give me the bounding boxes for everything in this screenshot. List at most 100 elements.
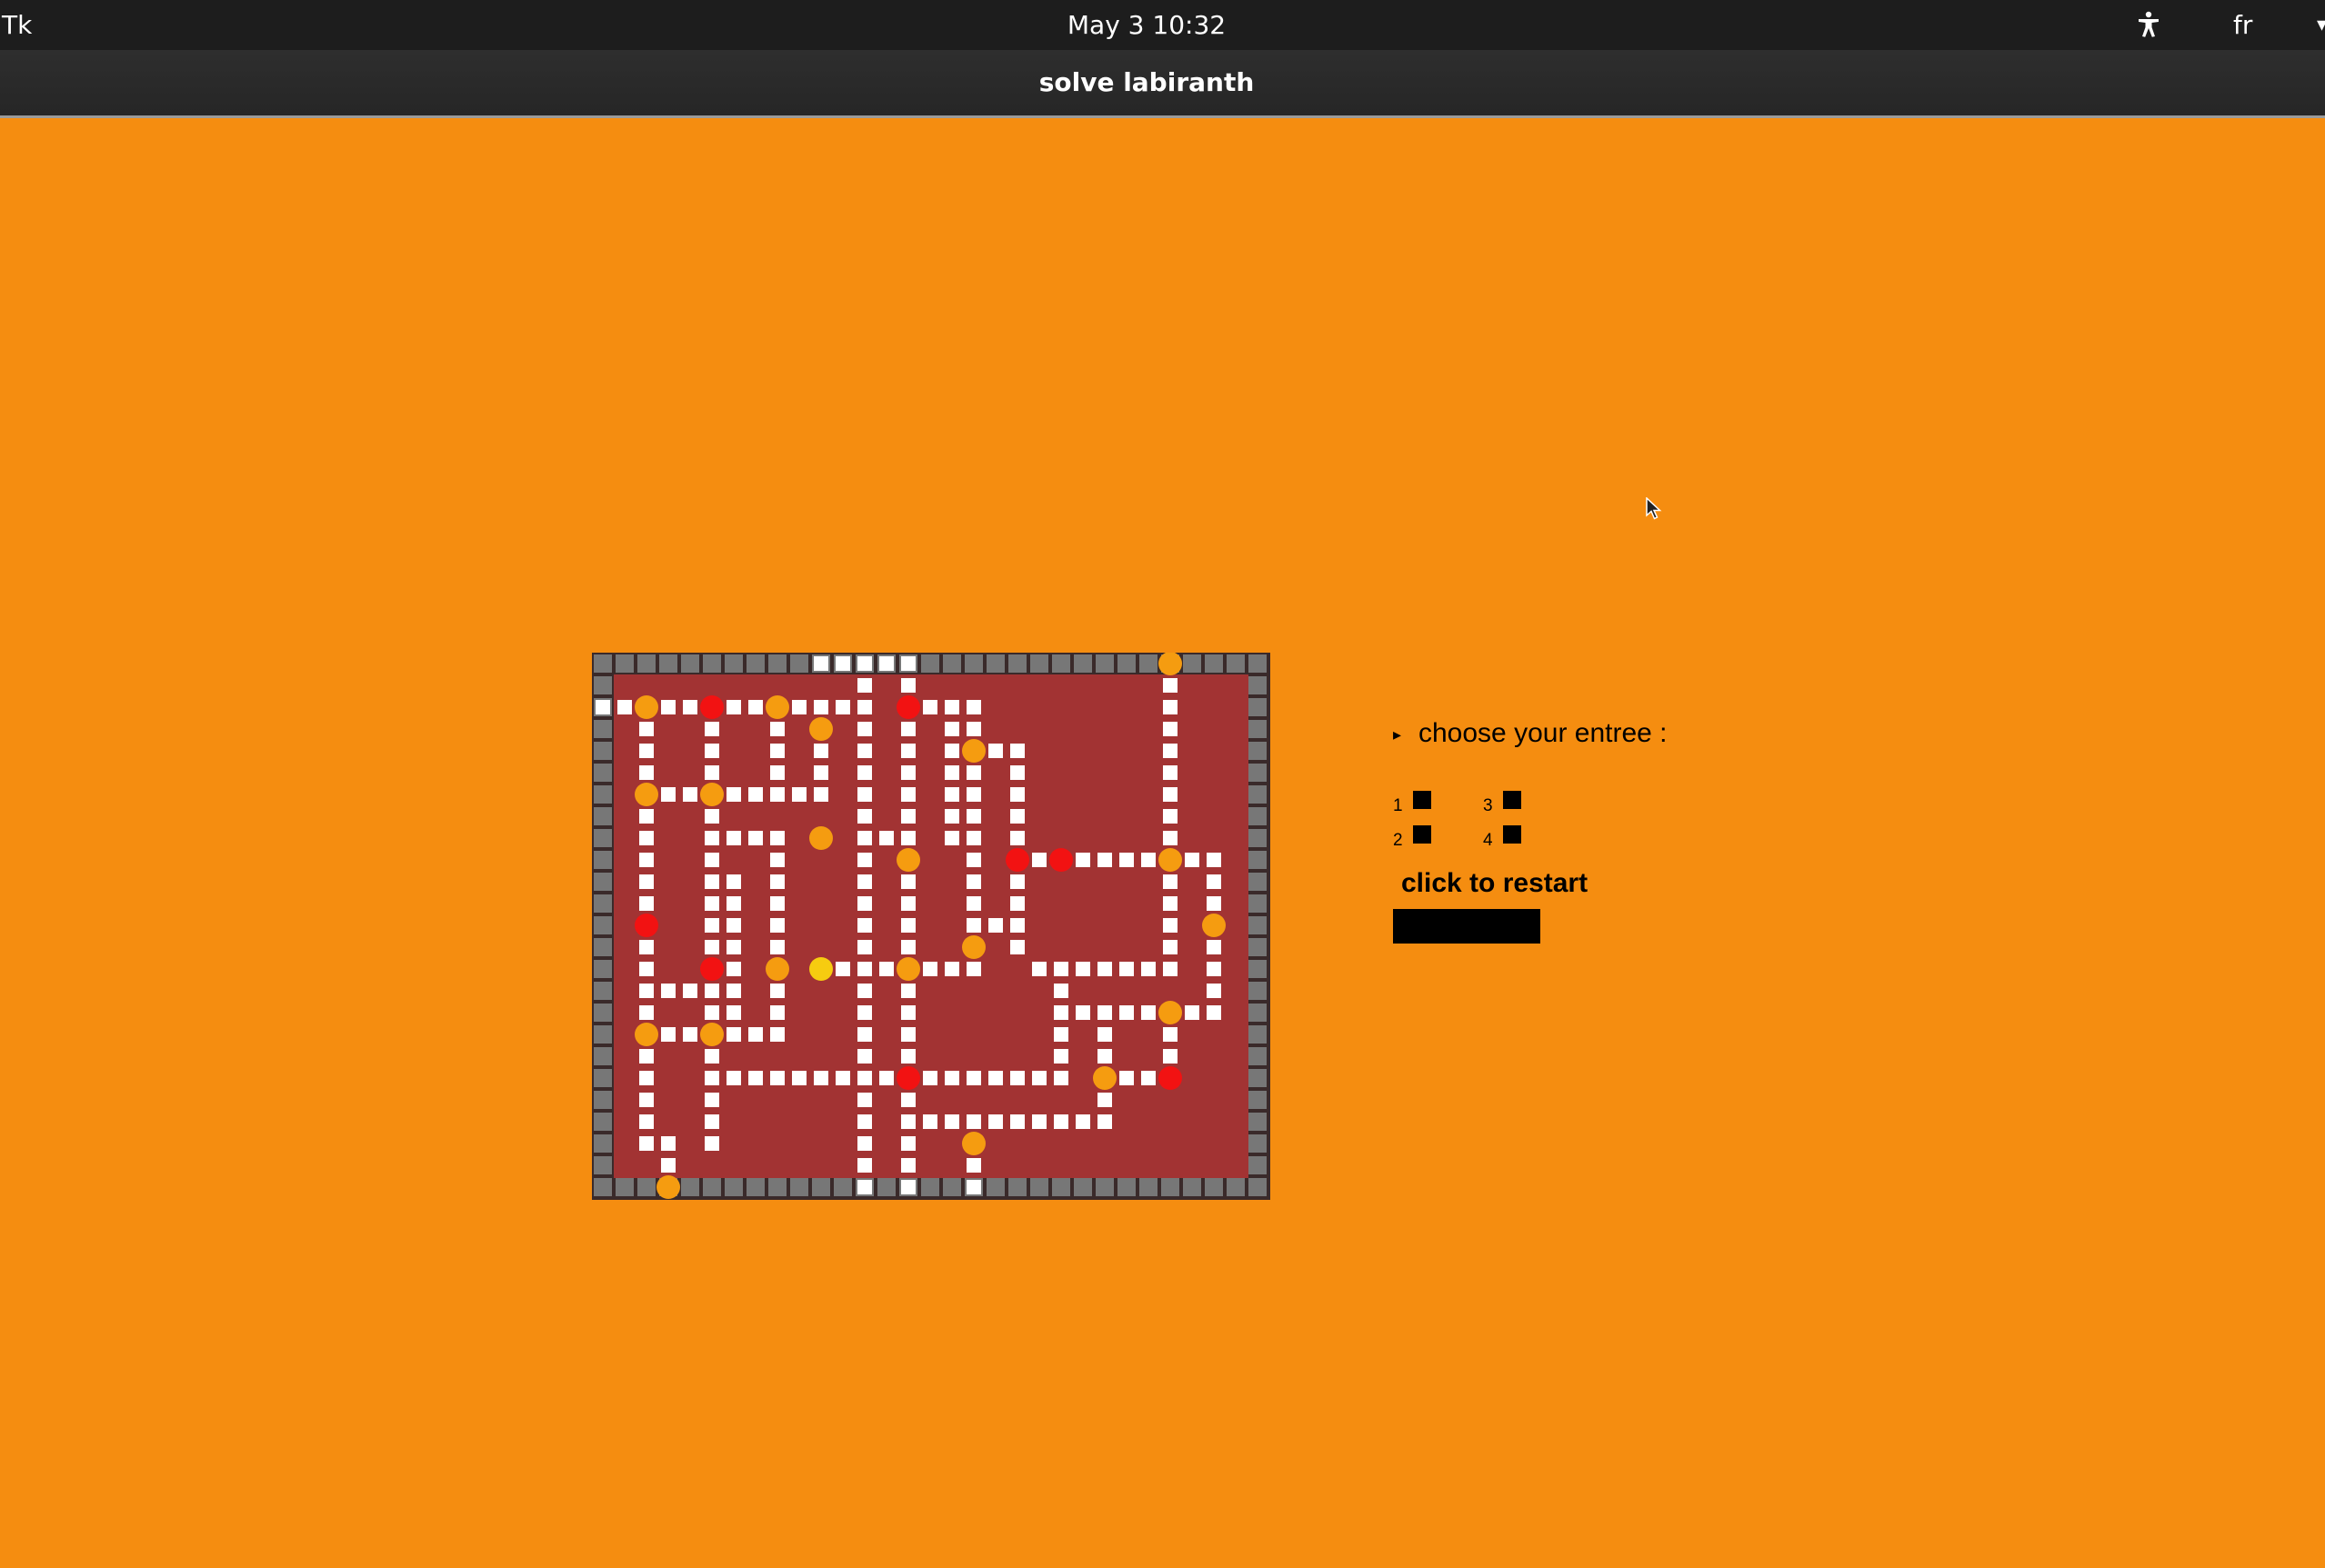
maze-board[interactable] bbox=[592, 653, 1270, 1200]
chevron-down-icon[interactable]: ▾ bbox=[2317, 0, 2325, 50]
wall-tile bbox=[1096, 1178, 1114, 1196]
path-tile bbox=[967, 787, 981, 802]
path-tile bbox=[748, 787, 763, 802]
path-tile bbox=[857, 1049, 872, 1064]
path-tile bbox=[1032, 1071, 1047, 1085]
path-tile bbox=[945, 831, 959, 845]
path-tile bbox=[945, 809, 959, 824]
path-tile bbox=[967, 853, 981, 867]
wall-tile bbox=[1161, 1178, 1179, 1196]
path-tile bbox=[639, 831, 654, 845]
yellow-node bbox=[809, 957, 833, 981]
path-tile bbox=[1010, 896, 1025, 911]
path-tile bbox=[1054, 1005, 1068, 1020]
wall-tile bbox=[1117, 654, 1136, 673]
wall-tile bbox=[1117, 1178, 1136, 1196]
system-top-bar: Tk May 3 10:32 fr ▾ bbox=[0, 0, 2325, 50]
wall-tile bbox=[594, 873, 612, 891]
wall-tile bbox=[1248, 720, 1267, 738]
triangle-right-icon: ▸ bbox=[1393, 725, 1402, 744]
entree-checkbox-4[interactable] bbox=[1503, 825, 1521, 844]
path-tile bbox=[857, 765, 872, 780]
wall-tile bbox=[1052, 654, 1070, 673]
entree-checkbox-2[interactable] bbox=[1413, 825, 1431, 844]
wall-tile bbox=[594, 742, 612, 760]
wall-tile bbox=[594, 676, 612, 694]
window-title: solve labiranth bbox=[1038, 67, 1255, 97]
wall-tile bbox=[594, 894, 612, 913]
path-tile bbox=[857, 984, 872, 998]
path-tile bbox=[705, 765, 719, 780]
accessibility-icon[interactable] bbox=[2135, 11, 2162, 38]
path-tile bbox=[1207, 984, 1221, 998]
path-tile bbox=[836, 962, 850, 976]
path-tile bbox=[814, 787, 828, 802]
wall-tile bbox=[1205, 654, 1223, 673]
path-tile bbox=[1163, 1049, 1178, 1064]
path-tile bbox=[639, 722, 654, 736]
wall-tile bbox=[1030, 654, 1048, 673]
path-tile bbox=[901, 940, 916, 954]
path-tile bbox=[857, 1027, 872, 1042]
path-tile bbox=[683, 700, 697, 714]
path-tile bbox=[967, 962, 981, 976]
path-tile bbox=[1163, 940, 1178, 954]
wall-tile bbox=[1074, 654, 1092, 673]
path-tile bbox=[945, 722, 959, 736]
entree-checkbox-1[interactable] bbox=[1413, 791, 1431, 809]
wall-tile bbox=[1248, 851, 1267, 869]
wall-tile bbox=[1248, 676, 1267, 694]
wall-tile bbox=[1248, 654, 1267, 673]
path-tile bbox=[814, 1071, 828, 1085]
orange-node bbox=[1158, 848, 1182, 872]
wall-tile bbox=[594, 1047, 612, 1065]
wall-tile bbox=[616, 654, 634, 673]
keyboard-language[interactable]: fr bbox=[2233, 0, 2252, 50]
wall-tile bbox=[1183, 654, 1201, 673]
orange-node bbox=[1158, 1001, 1182, 1024]
wall-tile bbox=[1183, 1178, 1201, 1196]
path-tile bbox=[1097, 1114, 1112, 1129]
path-tile bbox=[814, 700, 828, 714]
path-tile bbox=[857, 1158, 872, 1173]
entree-checkbox-3[interactable] bbox=[1503, 791, 1521, 809]
restart-button[interactable] bbox=[1393, 909, 1540, 944]
path-tile bbox=[1010, 874, 1025, 889]
path-tile bbox=[901, 1093, 916, 1107]
path-tile bbox=[967, 874, 981, 889]
red-node bbox=[897, 1066, 920, 1090]
orange-node bbox=[1202, 914, 1226, 937]
window-titlebar[interactable]: solve labiranth bbox=[0, 50, 2325, 118]
wall-tile bbox=[725, 1178, 743, 1196]
path-tile bbox=[770, 1027, 785, 1042]
red-node bbox=[635, 914, 658, 937]
wall-tile bbox=[1248, 1004, 1267, 1022]
wall-tile bbox=[1030, 1178, 1048, 1196]
wall-tile bbox=[1008, 654, 1027, 673]
path-tile bbox=[923, 1071, 937, 1085]
wall-tile bbox=[747, 1178, 765, 1196]
path-tile bbox=[967, 1158, 981, 1173]
path-tile bbox=[901, 722, 916, 736]
orange-node bbox=[962, 935, 986, 959]
path-tile bbox=[705, 809, 719, 824]
path-tile bbox=[901, 896, 916, 911]
wall-tile bbox=[943, 1178, 961, 1196]
wall-tile bbox=[594, 1178, 612, 1196]
path-tile bbox=[857, 722, 872, 736]
wall-tile bbox=[834, 1178, 852, 1196]
path-tile bbox=[1054, 1114, 1068, 1129]
clock[interactable]: May 3 10:32 bbox=[0, 0, 2293, 50]
path-tile bbox=[683, 984, 697, 998]
maze-canvas[interactable] bbox=[592, 653, 1270, 1200]
path-tile bbox=[748, 831, 763, 845]
wall-tile bbox=[1248, 1069, 1267, 1087]
path-tile bbox=[901, 1114, 916, 1129]
wall-tile bbox=[703, 1178, 721, 1196]
path-tile bbox=[705, 1049, 719, 1064]
path-tile bbox=[770, 918, 785, 933]
path-tile bbox=[661, 984, 676, 998]
wall-tile bbox=[1248, 1156, 1267, 1174]
wall-tile bbox=[1248, 982, 1267, 1000]
orange-node bbox=[656, 1175, 680, 1199]
